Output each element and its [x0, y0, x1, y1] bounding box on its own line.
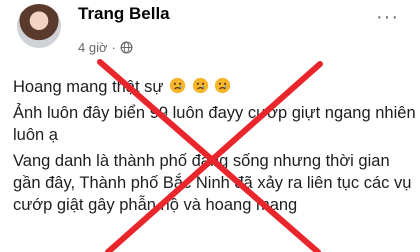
meta-separator: ·: [111, 40, 116, 55]
post-meta: 4 giờ ·: [78, 40, 133, 55]
post-line-1: Hoang mang thật sự: [13, 76, 418, 98]
post-body: Hoang mang thật sự Ảnh luôn đây biển 99 …: [13, 76, 418, 220]
crying-face-icon: [169, 77, 186, 94]
author-name[interactable]: Trang Bella: [78, 4, 170, 24]
avatar[interactable]: [17, 4, 61, 48]
more-options-button[interactable]: ···: [376, 6, 399, 29]
post-time[interactable]: 4 giờ: [78, 40, 108, 55]
globe-icon: [120, 41, 133, 54]
crying-face-icon: [192, 77, 208, 94]
post-line-3: Vang danh là thành phố đáng sống nhưng t…: [13, 152, 412, 214]
post-line-2: Ảnh luôn đây biển 99 luôn đayy cướp giựt…: [13, 104, 416, 144]
crying-face-icon: [215, 77, 231, 94]
